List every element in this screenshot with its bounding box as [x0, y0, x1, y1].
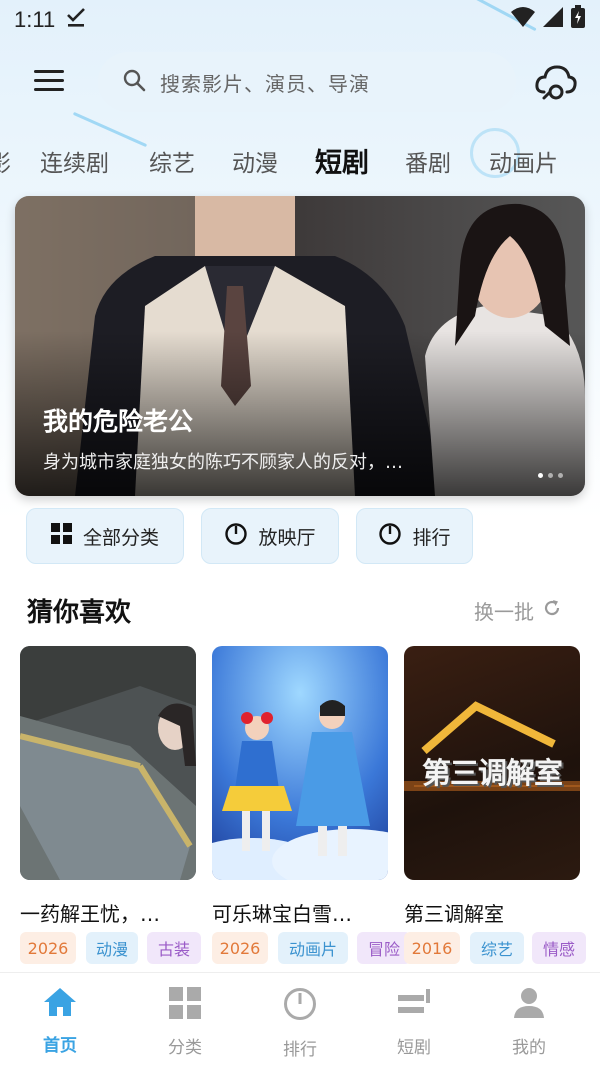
all-categories-label: 全部分类: [82, 526, 159, 549]
nav-profile[interactable]: 我的: [469, 973, 589, 1066]
tab-short-drama[interactable]: 短剧: [315, 141, 369, 180]
nav-category-label: 分类: [168, 1038, 202, 1058]
grid-icon: [169, 987, 201, 1023]
clapperboard-icon: [396, 987, 432, 1023]
banner-pagination: [538, 473, 563, 478]
tag-type: 综艺: [470, 932, 524, 964]
nav-home-label: 首页: [43, 1036, 77, 1056]
nav-home[interactable]: 首页: [0, 973, 120, 1066]
tab-partial[interactable]: 影: [0, 144, 11, 178]
tab-variety[interactable]: 综艺: [149, 144, 195, 178]
tab-anime[interactable]: 动漫: [232, 144, 278, 178]
menu-button[interactable]: [34, 70, 64, 94]
ranking-label: 排行: [412, 526, 451, 549]
tag-genre: 冒险: [357, 932, 411, 964]
pagination-dot: [548, 473, 553, 478]
wifi-icon: [510, 6, 536, 34]
pagination-dot: [558, 473, 563, 478]
nav-short-drama[interactable]: 短剧: [354, 973, 474, 1066]
clock-icon: [224, 522, 248, 551]
tag-type: 动漫: [86, 932, 138, 964]
nav-ranking-label: 排行: [283, 1040, 317, 1060]
recommend-card[interactable]: 可乐琳宝白雪… 2026 动画片 冒险: [212, 646, 411, 964]
search-input[interactable]: 搜索影片、演员、导演: [98, 52, 516, 112]
tag-genre: 情感: [532, 932, 586, 964]
clock-icon: [378, 522, 402, 551]
cinema-label: 放映厅: [258, 526, 316, 549]
nav-category[interactable]: 分类: [125, 973, 245, 1066]
grid-icon: [50, 522, 73, 550]
recommend-section-header: 猜你喜欢 换一批: [0, 590, 600, 630]
search-icon: [122, 68, 146, 96]
featured-banner[interactable]: 我的危险老公 身为城市家庭独女的陈巧不顾家人的反对，…: [15, 196, 585, 496]
card-poster: 第三调解室: [404, 646, 580, 880]
card-title: 可乐琳宝白雪…: [212, 902, 352, 926]
top-header: 搜索影片、演员、导演: [0, 52, 600, 112]
tag-year: 2016: [404, 932, 460, 964]
card-title: 一药解王忧，…: [20, 902, 160, 926]
refresh-button[interactable]: 换一批: [474, 596, 562, 625]
refresh-label: 换一批: [474, 600, 534, 624]
banner-description: 身为城市家庭独女的陈巧不顾家人的反对，…: [43, 452, 403, 473]
card-poster: [212, 646, 388, 880]
tag-type: 动画片: [278, 932, 348, 964]
nav-short-drama-label: 短剧: [397, 1038, 431, 1058]
battery-icon: [570, 5, 586, 35]
card-poster: [20, 646, 196, 880]
status-time: 1:11: [14, 7, 56, 32]
status-bar: 1:11: [0, 0, 600, 40]
poster-title-text: 第三调解室: [421, 756, 563, 790]
banner-title: 我的危险老公: [43, 407, 194, 436]
tab-animation[interactable]: 动画片: [489, 144, 558, 178]
bottom-navigation: 首页 分类 排行 短剧 我的: [0, 972, 600, 1066]
recommend-card[interactable]: 一药解王忧，… 2026 动漫 古装: [20, 646, 201, 964]
card-title: 第三调解室: [404, 902, 504, 926]
recommend-card[interactable]: 第三调解室 第三调解室 2016 综艺 情感: [404, 646, 586, 964]
tab-series[interactable]: 连续剧: [40, 144, 109, 178]
nav-profile-label: 我的: [512, 1038, 546, 1058]
tag-year: 2026: [20, 932, 76, 964]
nav-ranking[interactable]: 排行: [240, 973, 360, 1066]
cloud-sync-icon[interactable]: [534, 62, 578, 102]
section-title: 猜你喜欢: [27, 598, 132, 628]
tag-year: 2026: [212, 932, 268, 964]
quick-links: 全部分类 放映厅 排行: [0, 508, 600, 564]
home-icon: [43, 987, 77, 1021]
search-placeholder: 搜索影片、演员、导演: [160, 71, 370, 96]
pagination-dot: [538, 473, 543, 478]
download-done-icon: [65, 6, 87, 34]
cinema-button[interactable]: 放映厅: [201, 508, 339, 564]
category-tabs: 影 连续剧 综艺 动漫 短剧 番剧 动画片: [0, 138, 600, 184]
tab-bangumi[interactable]: 番剧: [405, 144, 451, 178]
signal-icon: [542, 6, 564, 34]
ranking-button[interactable]: 排行: [356, 508, 473, 564]
all-categories-button[interactable]: 全部分类: [26, 508, 184, 564]
refresh-icon: [542, 598, 562, 623]
user-icon: [513, 987, 545, 1023]
tag-genre: 古装: [147, 932, 201, 964]
clock-icon: [283, 987, 317, 1025]
